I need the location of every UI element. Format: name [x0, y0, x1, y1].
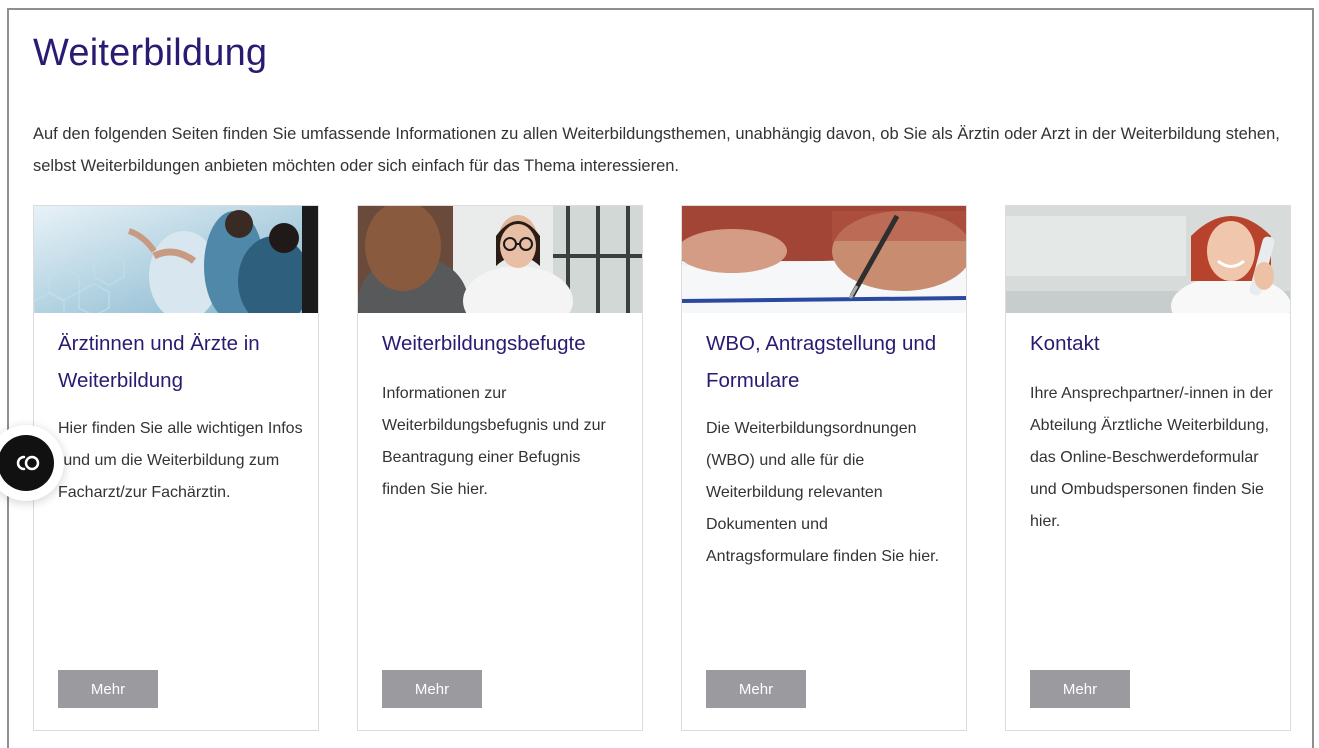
card-title[interactable]: Kontakt: [1030, 325, 1280, 362]
card-kontakt[interactable]: Kontakt Ihre Ansprechpartner/-innen in d…: [1005, 205, 1291, 731]
card-text: Informationen zur Weiterbildungsbefugnis…: [382, 385, 606, 498]
card-wbo-antragstellung[interactable]: WBO, Antragstellung und Formulare Die We…: [681, 205, 967, 731]
mehr-button[interactable]: Mehr: [58, 670, 158, 708]
accessibility-widget-icon[interactable]: [0, 435, 54, 491]
mehr-button[interactable]: Mehr: [1030, 670, 1130, 708]
page-title: Weiterbildung: [33, 32, 268, 74]
intro-text: Auf den folgenden Seiten finden Sie umfa…: [33, 125, 1280, 175]
mehr-button[interactable]: Mehr: [706, 670, 806, 708]
card-image-phone[interactable]: [1006, 206, 1290, 313]
card-aerzte-in-weiterbildung[interactable]: Ärztinnen und Ärzte in Weiterbildung Hie…: [33, 205, 319, 731]
mehr-button[interactable]: Mehr: [382, 670, 482, 708]
card-image-signing[interactable]: [682, 206, 966, 313]
card-text: Ihre Ansprechpartner/-innen in der Abtei…: [1030, 385, 1273, 530]
card-image-consultation[interactable]: [358, 206, 642, 313]
card-weiterbildungsbefugte[interactable]: Weiterbildungsbefugte Informationen zur …: [357, 205, 643, 731]
card-title[interactable]: WBO, Antragstellung und Formulare: [706, 325, 956, 399]
card-image-doctors[interactable]: [34, 206, 318, 313]
card-text: Die Weiterbildungsordnungen (WBO) und al…: [706, 420, 940, 565]
card-title[interactable]: Ärztinnen und Ärzte in Weiterbildung: [58, 325, 308, 399]
card-text: Hier finden Sie alle wichtigen Infos run…: [58, 420, 303, 501]
card-title[interactable]: Weiterbildungsbefugte: [382, 325, 632, 362]
